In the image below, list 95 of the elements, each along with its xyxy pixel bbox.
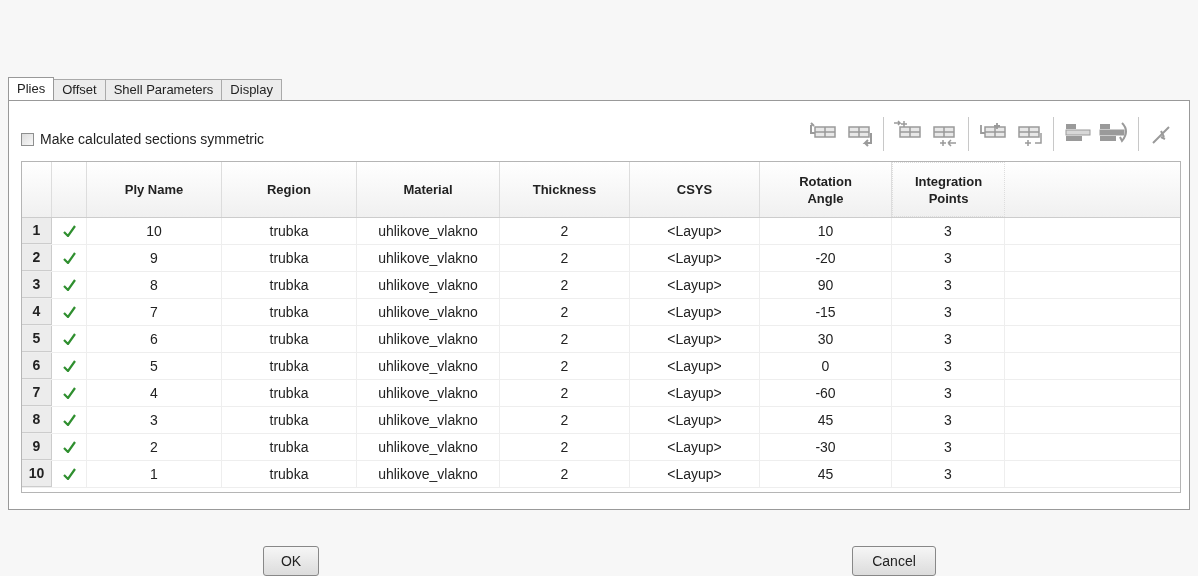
table-cell: 3	[892, 353, 1005, 379]
table-cell: 2	[500, 461, 630, 487]
row-header[interactable]: 10	[22, 461, 52, 487]
row-header[interactable]: 7	[22, 380, 52, 406]
table-cell: <Layup>	[630, 353, 760, 379]
table-cell: 90	[760, 272, 892, 298]
table-cell: 1	[87, 461, 222, 487]
table-cell: 0	[760, 353, 892, 379]
dialog-button[interactable]: OK	[263, 546, 319, 576]
table-cell: 2	[500, 272, 630, 298]
table-cell: -20	[760, 245, 892, 271]
table-cell: 3	[892, 245, 1005, 271]
row-header[interactable]: 3	[22, 272, 52, 298]
column-header[interactable]: Region	[222, 162, 357, 217]
table-cell: 2	[500, 407, 630, 433]
table-cell: <Layup>	[630, 299, 760, 325]
table-cell: 4	[87, 380, 222, 406]
table-cell: 3	[892, 380, 1005, 406]
table-cell: uhlikove_vlakno	[357, 272, 500, 298]
table-cell: uhlikove_vlakno	[357, 299, 500, 325]
table-cell: 2	[87, 434, 222, 460]
tab[interactable]: Shell Parameters	[105, 79, 223, 100]
table-cell: uhlikove_vlakno	[357, 380, 500, 406]
table-cell: 45	[760, 461, 892, 487]
tab[interactable]: Display	[222, 79, 282, 100]
table-cell: 45	[760, 407, 892, 433]
column-header[interactable]: Rotation Angle	[760, 162, 892, 217]
table-cell: 9	[87, 245, 222, 271]
tab[interactable]: Plies	[8, 77, 55, 100]
table-cell: <Layup>	[630, 245, 760, 271]
table-cell: <Layup>	[630, 380, 760, 406]
table-cell: 3	[87, 407, 222, 433]
table-cell: 3	[892, 407, 1005, 433]
column-header[interactable]: Material	[357, 162, 500, 217]
table-cell: uhlikove_vlakno	[357, 461, 500, 487]
table-cell: 2	[500, 380, 630, 406]
column-header[interactable]: Ply Name	[87, 162, 222, 217]
checkbox[interactable]	[21, 132, 34, 146]
column-header[interactable]: CSYS	[630, 162, 760, 217]
table-cell: 2	[500, 326, 630, 352]
table-cell: -30	[760, 434, 892, 460]
table-cell: uhlikove_vlakno	[357, 407, 500, 433]
table-cell: <Layup>	[630, 272, 760, 298]
table-cell: uhlikove_vlakno	[357, 245, 500, 271]
table-cell: 3	[892, 272, 1005, 298]
row-header[interactable]: 2	[22, 245, 52, 271]
table-cell: trubka	[222, 218, 357, 244]
table-cell: 2	[500, 299, 630, 325]
table-cell: trubka	[222, 299, 357, 325]
table-cell: 3	[892, 326, 1005, 352]
table-cell: trubka	[222, 407, 357, 433]
table-cell: 3	[892, 218, 1005, 244]
table-cell: 7	[87, 299, 222, 325]
table-cell: 6	[87, 326, 222, 352]
table-cell: -60	[760, 380, 892, 406]
table-cell: 8	[87, 272, 222, 298]
table-cell: -15	[760, 299, 892, 325]
table-cell: uhlikove_vlakno	[357, 353, 500, 379]
table-cell: uhlikove_vlakno	[357, 326, 500, 352]
table-cell: 30	[760, 326, 892, 352]
column-header[interactable]: Thickness	[500, 162, 630, 217]
table-cell: trubka	[222, 461, 357, 487]
table-cell: 2	[500, 218, 630, 244]
tab[interactable]: Offset	[54, 79, 106, 100]
table-cell: 2	[500, 245, 630, 271]
dialog-button[interactable]: Cancel	[852, 546, 936, 576]
row-header[interactable]: 4	[22, 299, 52, 325]
row-header[interactable]: 9	[22, 434, 52, 460]
row-header[interactable]: 5	[22, 326, 52, 352]
row-header[interactable]: 1	[22, 218, 52, 244]
table-cell: <Layup>	[630, 434, 760, 460]
table-cell: 2	[500, 353, 630, 379]
table-cell: <Layup>	[630, 461, 760, 487]
table-cell: trubka	[222, 434, 357, 460]
table-cell: trubka	[222, 353, 357, 379]
row-header[interactable]: 6	[22, 353, 52, 379]
table-cell: 3	[892, 299, 1005, 325]
table-cell: uhlikove_vlakno	[357, 218, 500, 244]
column-header[interactable]: Integration Points	[892, 162, 1005, 217]
checkbox-label: Make calculated sections symmetric	[40, 129, 265, 149]
table-cell: <Layup>	[630, 407, 760, 433]
table-cell: 2	[500, 434, 630, 460]
table-cell: 10	[760, 218, 892, 244]
table-cell: uhlikove_vlakno	[357, 434, 500, 460]
table-cell: <Layup>	[630, 326, 760, 352]
table-cell: trubka	[222, 380, 357, 406]
table-cell: 10	[87, 218, 222, 244]
table-cell: 3	[892, 461, 1005, 487]
table-cell: trubka	[222, 272, 357, 298]
row-header[interactable]: 8	[22, 407, 52, 433]
table-cell: trubka	[222, 245, 357, 271]
table-cell: <Layup>	[630, 218, 760, 244]
table-cell: trubka	[222, 326, 357, 352]
table-cell: 5	[87, 353, 222, 379]
table-cell: 3	[892, 434, 1005, 460]
